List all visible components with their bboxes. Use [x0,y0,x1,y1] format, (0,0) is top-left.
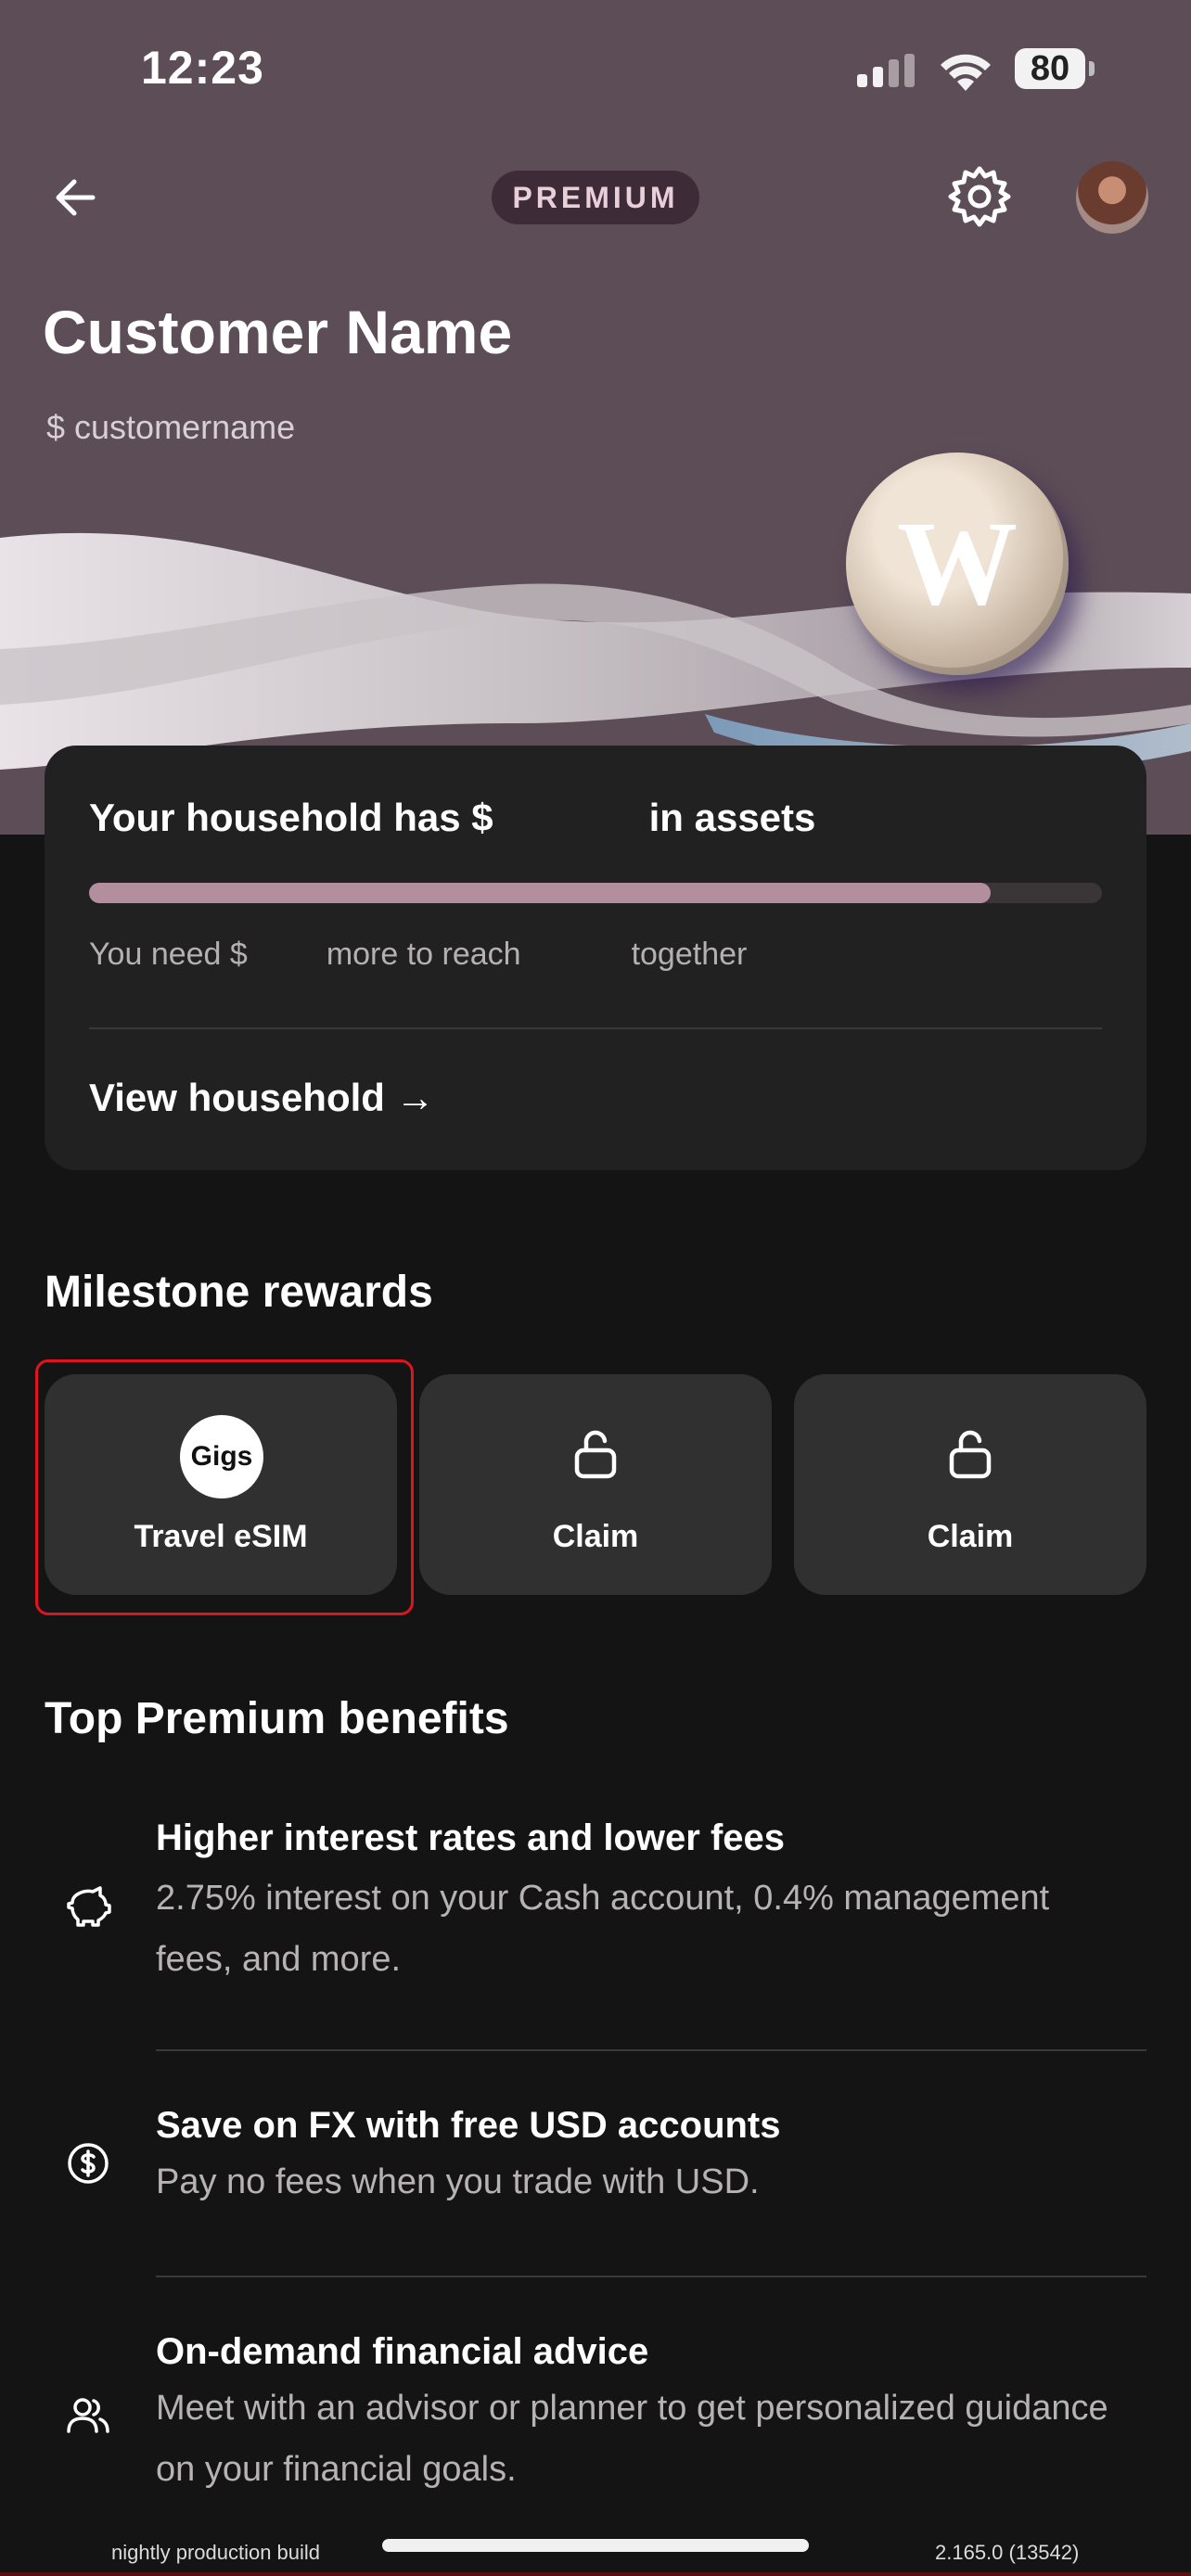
benefit-description: Meet with an advisor or planner to get p… [156,2389,1108,2489]
piggy-bank-icon [67,1886,111,1927]
reward-label: Travel eSIM [134,1519,308,1554]
customer-handle: $ customername [46,408,296,446]
reward-travel-esim[interactable]: Gigs Travel eSIM [45,1374,397,1595]
view-household-link[interactable]: View household → [89,1076,435,1120]
battery-indicator: 80 [1015,48,1085,89]
gigs-logo: Gigs [180,1415,263,1498]
milestone-rewards-title: Milestone rewards [45,1268,433,1317]
divider [89,1027,1102,1029]
household-assets-text: Your household has $ in assets [89,796,816,839]
premium-benefits-title: Top Premium benefits [45,1694,509,1743]
dollar-circle-icon [68,2143,109,2184]
home-indicator[interactable] [382,2539,809,2552]
wifi-icon [941,54,991,91]
bottom-edge [0,2572,1191,2576]
cellular-signal-icon [857,54,915,87]
version-label: 2.165.0 (13542) [935,2541,1080,2564]
benefit-title: On-demand financial advice [156,2331,649,2372]
people-icon [67,2398,109,2433]
unlock-icon [574,1430,617,1479]
reward-label: Claim [552,1519,639,1554]
wealthsimple-coin-logo: W [846,453,1069,675]
customer-name: Customer Name [43,298,513,366]
settings-gear-icon[interactable] [944,161,1015,232]
reward-claim-1[interactable]: Claim [419,1374,772,1595]
benefit-title: Save on FX with free USD accounts [156,2105,781,2146]
household-need-text: You need $ more to reach together [89,937,748,972]
divider [156,2276,1146,2277]
unlock-icon [949,1430,992,1479]
battery-tip [1089,61,1095,76]
divider [156,2049,1146,2051]
household-progress-fill [89,883,991,903]
status-time: 12:23 [141,42,264,94]
build-label: nightly production build [111,2541,321,2564]
household-card: Your household has $ in assets You need … [45,746,1146,1170]
household-progress-bar [89,883,1102,903]
profile-avatar[interactable] [1076,161,1148,234]
benefit-description: Pay no fees when you trade with USD. [156,2162,760,2201]
benefit-title: Higher interest rates and lower fees [156,1817,786,1858]
back-button[interactable] [45,165,109,230]
status-bar: 12:23 80 [0,0,1191,139]
benefit-description: 2.75% interest on your Cash account, 0.4… [156,1879,1050,1979]
reward-label: Claim [927,1519,1014,1554]
reward-claim-2[interactable]: Claim [794,1374,1146,1595]
premium-badge: PREMIUM [492,171,699,224]
